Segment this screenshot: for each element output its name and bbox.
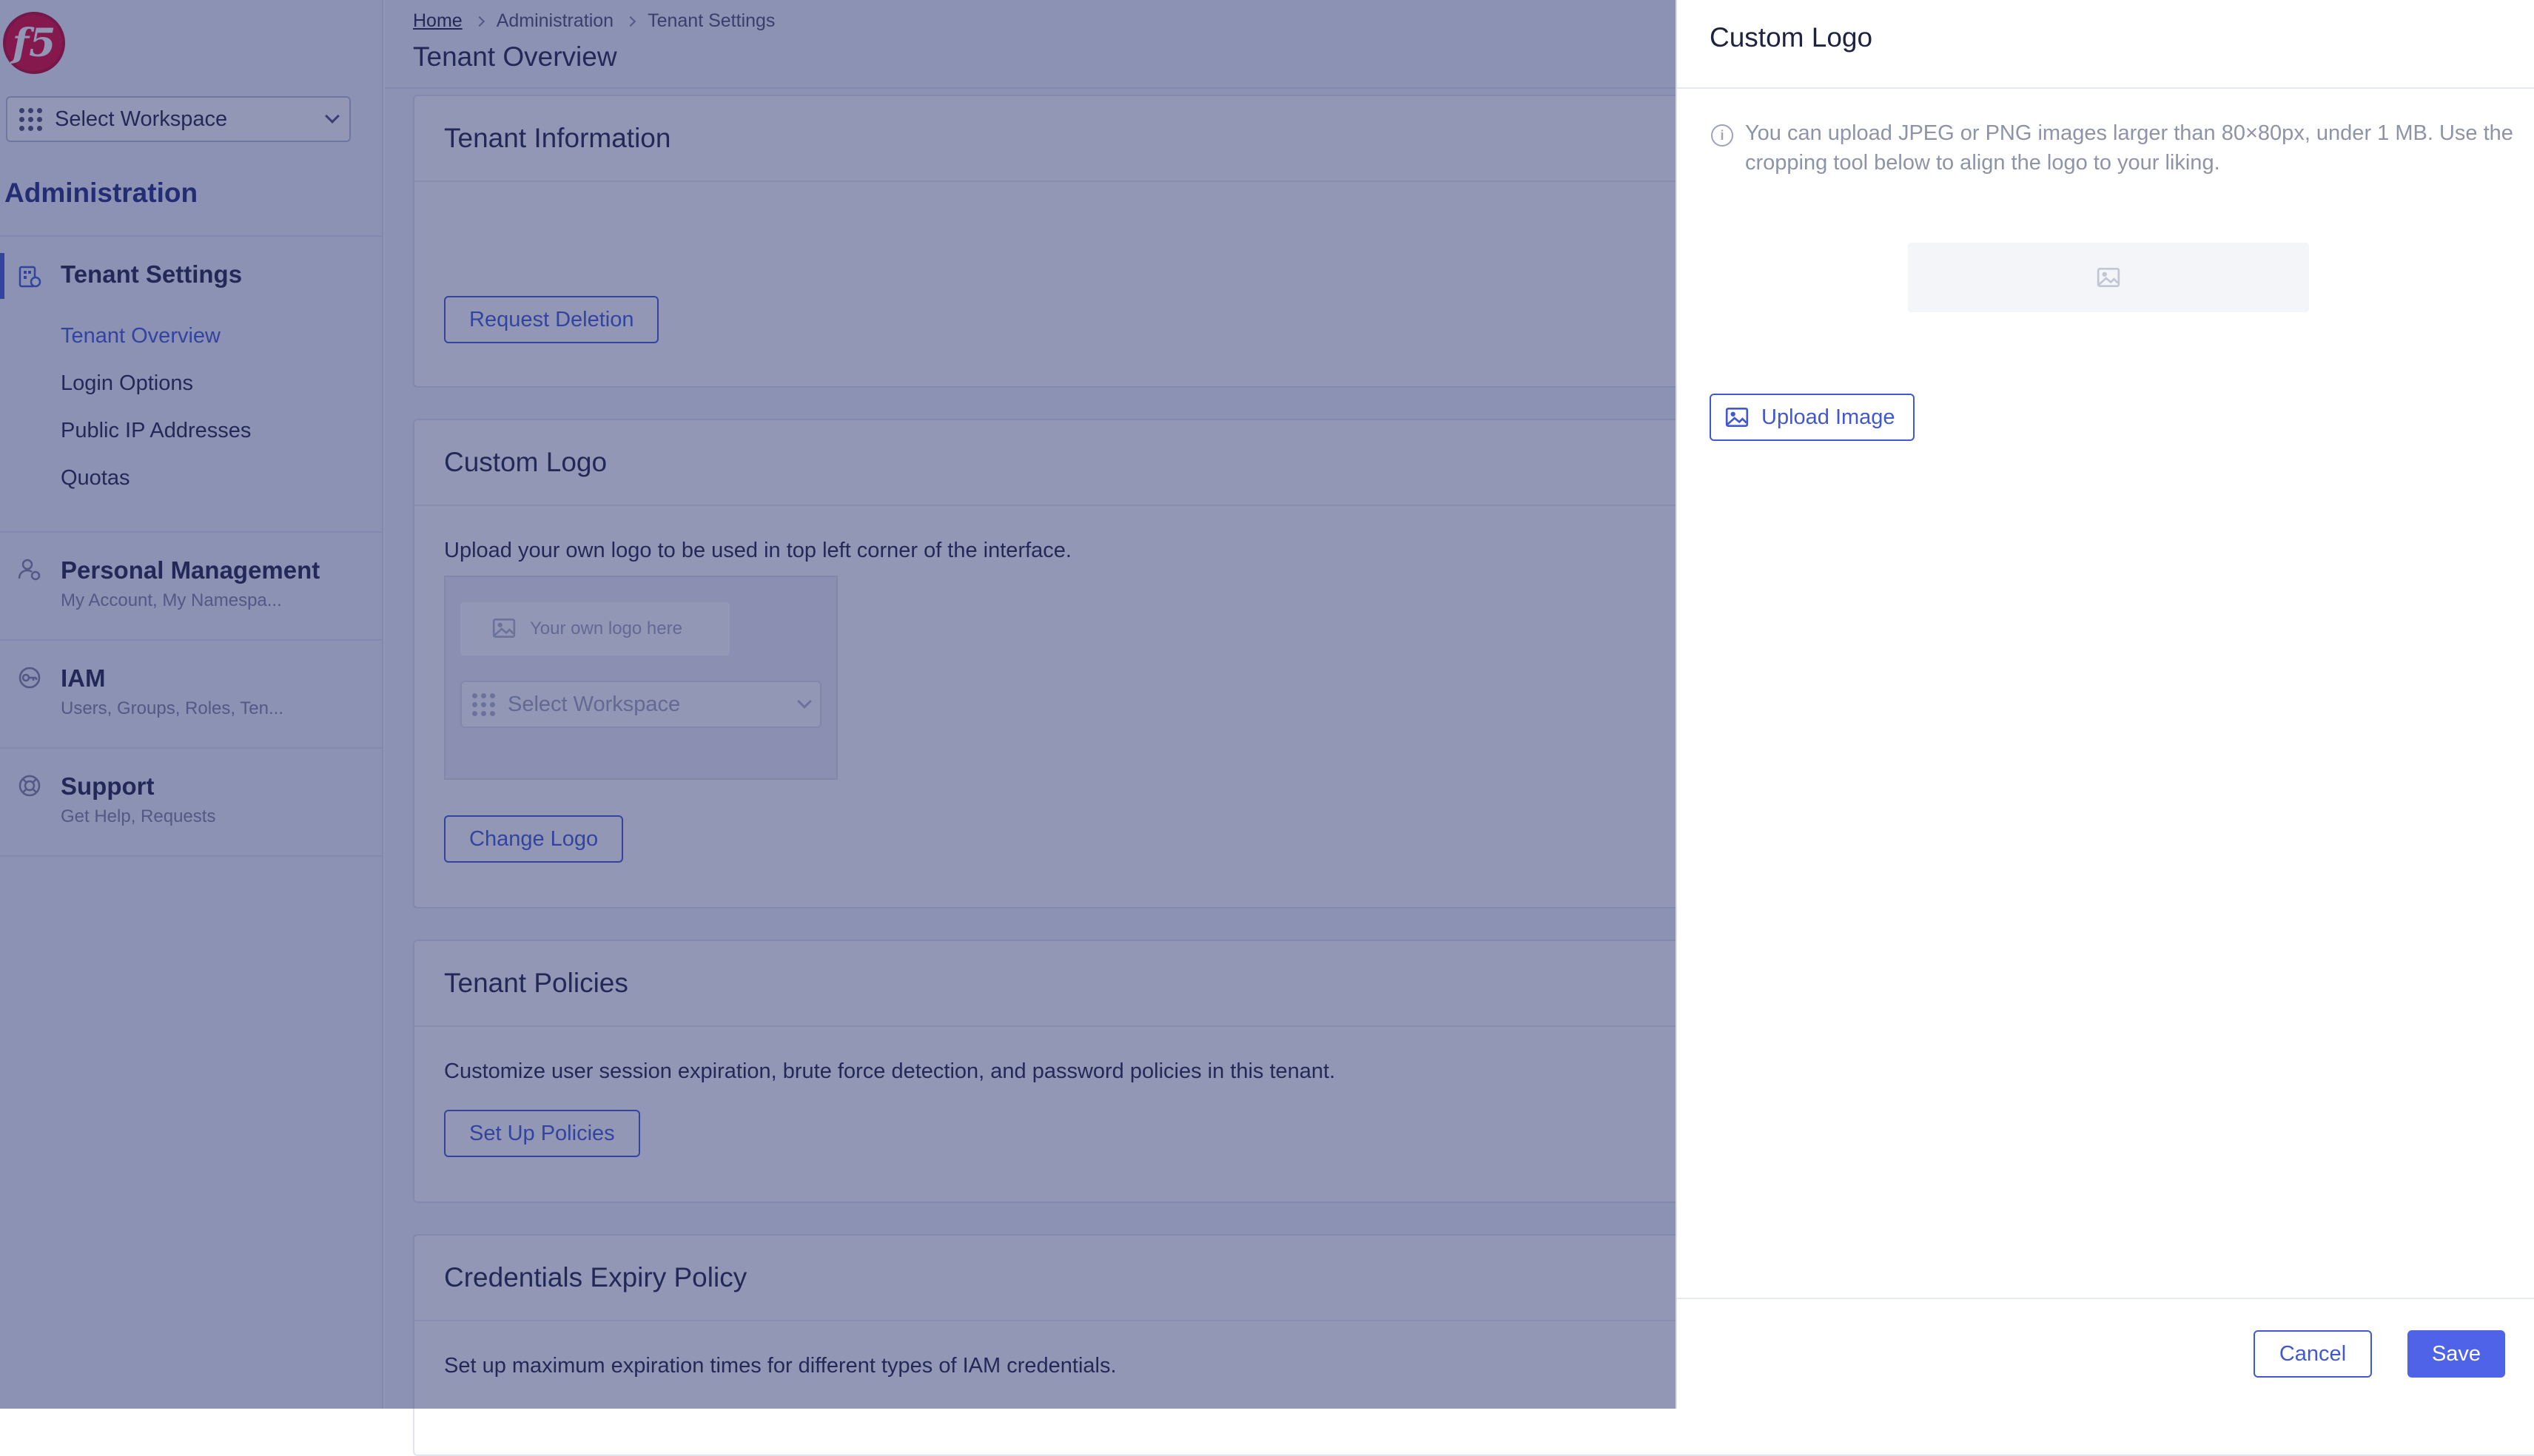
image-icon — [2097, 267, 2120, 288]
upload-image-button[interactable]: Upload Image — [1710, 394, 1915, 441]
divider — [1677, 87, 2534, 89]
cancel-button[interactable]: Cancel — [2254, 1330, 2372, 1378]
divider — [1677, 1298, 2534, 1299]
modal-backdrop[interactable] — [0, 0, 1676, 1409]
logo-crop-area — [1908, 243, 2309, 312]
image-icon — [1725, 407, 1749, 428]
drawer-title: Custom Logo — [1710, 22, 1873, 53]
app-root: f5 Select Workspace Administration Tenan… — [0, 0, 2534, 1456]
info-icon: i — [1711, 124, 1733, 146]
upload-image-label: Upload Image — [1761, 405, 1895, 429]
upload-info-text: You can upload JPEG or PNG images larger… — [1745, 121, 2513, 175]
custom-logo-drawer: Custom Logo i You can upload JPEG or PNG… — [1676, 0, 2534, 1409]
save-button[interactable]: Save — [2407, 1330, 2505, 1378]
